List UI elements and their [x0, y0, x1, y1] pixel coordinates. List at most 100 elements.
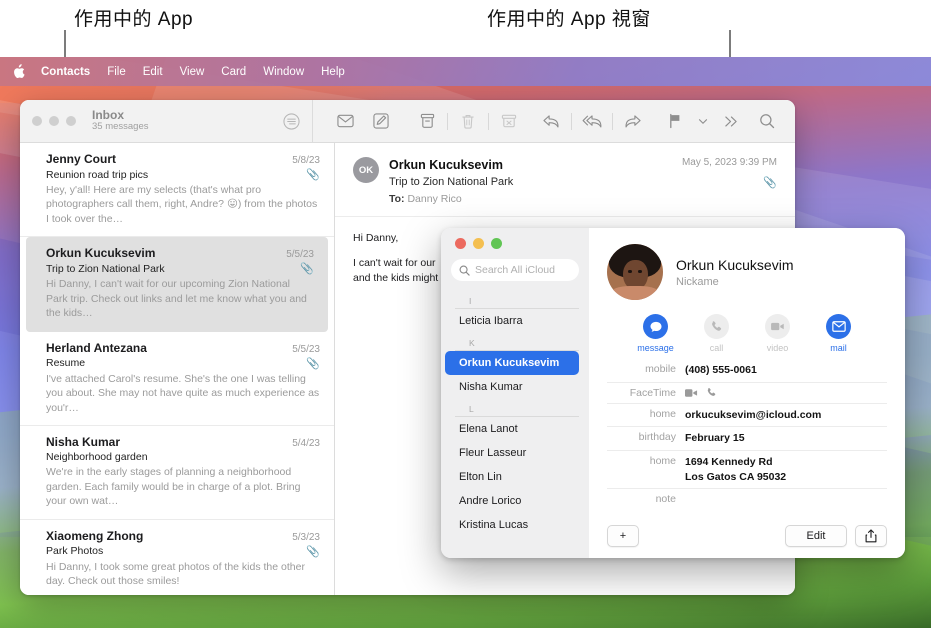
- contacts-list-item-selected[interactable]: Orkun Kucuksevim: [445, 351, 579, 375]
- contact-avatar[interactable]: [607, 244, 663, 300]
- facetime-video-icon[interactable]: [685, 388, 698, 398]
- close-button[interactable]: [455, 238, 466, 249]
- menu-item-view[interactable]: View: [180, 66, 205, 78]
- chevron-down-icon[interactable]: [693, 100, 713, 143]
- archive-icon[interactable]: [409, 100, 445, 143]
- menu-item-help[interactable]: Help: [321, 66, 345, 78]
- apple-logo-icon[interactable]: [12, 64, 25, 79]
- call-action-label: call: [710, 343, 724, 353]
- contacts-list-item[interactable]: Elton Lin: [445, 465, 579, 489]
- contacts-list-item[interactable]: Nisha Kumar: [445, 375, 579, 399]
- more-icon[interactable]: [713, 100, 749, 143]
- menu-item-edit[interactable]: Edit: [143, 66, 163, 78]
- field-label: home: [607, 408, 685, 423]
- phone-icon: [704, 314, 729, 339]
- annotation-active-app-window-label: 作用中的 App 視窗: [487, 4, 651, 31]
- mail-toolbar-right: [313, 100, 795, 142]
- message-list-item[interactable]: Nisha Kumar 5/4/23 Neighborhood garden W…: [20, 426, 334, 519]
- message-list-item-selected[interactable]: Orkun Kucuksevim 5/5/23 Trip to Zion Nat…: [26, 237, 328, 331]
- message-action-label: message: [637, 343, 674, 353]
- search-placeholder: Search All iCloud: [475, 264, 555, 276]
- message-preview: Hi Danny, I can't wait for our upcoming …: [46, 277, 314, 320]
- field-label: home: [607, 455, 685, 484]
- reading-recipient: To: Danny Rico: [389, 192, 682, 206]
- flag-icon[interactable]: [657, 100, 693, 143]
- compose-icon[interactable]: [363, 100, 399, 143]
- reading-subject: Trip to Zion National Park: [389, 175, 682, 190]
- contacts-list-item[interactable]: Fleur Lasseur: [445, 441, 579, 465]
- contacts-list-item[interactable]: Elena Lanot: [445, 417, 579, 441]
- message-list[interactable]: Jenny Court 5/8/23 Reunion road trip pic…: [20, 143, 335, 595]
- mail-window-controls[interactable]: [32, 116, 76, 126]
- edit-button[interactable]: Edit: [785, 525, 847, 547]
- reply-icon[interactable]: [533, 100, 569, 143]
- menu-item-window[interactable]: Window: [263, 66, 304, 78]
- video-action-button[interactable]: video: [747, 314, 808, 353]
- add-field-button[interactable]: +: [607, 525, 639, 547]
- junk-icon[interactable]: [491, 100, 527, 143]
- facetime-audio-icon[interactable]: [706, 387, 717, 398]
- message-date: 5/5/23: [286, 249, 314, 260]
- contact-field-home-email[interactable]: home orkucuksevim@icloud.com: [607, 404, 887, 428]
- menu-item-card[interactable]: Card: [221, 66, 246, 78]
- mail-action-button[interactable]: mail: [808, 314, 869, 353]
- message-list-item[interactable]: Herland Antezana 5/5/23 Resume 📎 I've at…: [20, 332, 334, 426]
- message-preview: Hi Danny, I took some great photos of th…: [46, 560, 320, 589]
- contacts-section-header: I: [455, 291, 579, 309]
- menu-item-file[interactable]: File: [107, 66, 126, 78]
- mail-action-label: mail: [830, 343, 847, 353]
- minimize-button[interactable]: [473, 238, 484, 249]
- message-list-item[interactable]: Jenny Court 5/8/23 Reunion road trip pic…: [20, 143, 334, 237]
- mailbox-count: 35 messages: [92, 122, 149, 133]
- message-subject: Resume: [46, 357, 85, 369]
- forward-icon[interactable]: [615, 100, 651, 143]
- mail-unread-icon[interactable]: [327, 100, 363, 143]
- contact-field-note[interactable]: note: [607, 489, 887, 509]
- contacts-list-item[interactable]: Kristina Lucas: [445, 513, 579, 537]
- contacts-list-item[interactable]: Leticia Ibarra: [445, 309, 579, 333]
- contact-field-mobile[interactable]: mobile (408) 555-0061: [607, 359, 887, 383]
- contacts-window: Search All iCloud I Leticia Ibarra K Ork…: [441, 228, 905, 558]
- field-value: 1694 Kennedy Rd Los Gatos CA 95032: [685, 455, 786, 484]
- paperclip-icon: 📎: [300, 262, 314, 275]
- share-button[interactable]: [855, 525, 887, 547]
- annotation-active-app-label: 作用中的 App: [74, 4, 193, 31]
- contact-detail-pane: Orkun Kucuksevim Nickame message call: [589, 228, 905, 558]
- contact-nickname: Nickame: [676, 276, 793, 288]
- contacts-window-controls[interactable]: [441, 238, 589, 259]
- contact-field-home-address[interactable]: home 1694 Kennedy Rd Los Gatos CA 95032: [607, 451, 887, 489]
- minimize-button[interactable]: [49, 116, 59, 126]
- contact-field-facetime[interactable]: FaceTime: [607, 383, 887, 404]
- reply-all-icon[interactable]: [574, 100, 610, 143]
- message-sender: Jenny Court: [46, 152, 116, 166]
- message-date: 5/8/23: [292, 155, 320, 166]
- search-icon[interactable]: [749, 100, 785, 143]
- contacts-list-item[interactable]: Andre Lorico: [445, 489, 579, 513]
- body-line-1: I can't wait for our: [353, 257, 436, 269]
- message-sender: Xiaomeng Zhong: [46, 529, 143, 543]
- envelope-icon: [826, 314, 851, 339]
- message-list-item[interactable]: Xiaomeng Zhong 5/3/23 Park Photos 📎 Hi D…: [20, 520, 334, 595]
- delete-icon[interactable]: [450, 100, 486, 143]
- call-action-button[interactable]: call: [686, 314, 747, 353]
- field-value: (408) 555-0061: [685, 363, 757, 378]
- mailbox-title-block: Inbox 35 messages: [92, 109, 149, 134]
- screenshot-root: 作用中的 App 作用中的 App 視窗 Contacts File Edit …: [0, 0, 931, 628]
- close-button[interactable]: [32, 116, 42, 126]
- message-subject: Park Photos: [46, 545, 103, 557]
- search-input[interactable]: Search All iCloud: [451, 259, 579, 281]
- message-date: 5/5/23: [292, 344, 320, 355]
- message-subject: Trip to Zion National Park: [46, 263, 165, 275]
- field-label: birthday: [607, 431, 685, 446]
- contacts-list[interactable]: I Leticia Ibarra K Orkun Kucuksevim Nish…: [441, 291, 589, 537]
- contact-field-birthday[interactable]: birthday February 15: [607, 427, 887, 451]
- video-action-label: video: [767, 343, 789, 353]
- menu-item-contacts[interactable]: Contacts: [41, 66, 90, 78]
- paperclip-icon: 📎: [682, 176, 777, 189]
- message-action-button[interactable]: message: [625, 314, 686, 353]
- filter-icon[interactable]: [283, 113, 300, 130]
- zoom-button[interactable]: [66, 116, 76, 126]
- zoom-button[interactable]: [491, 238, 502, 249]
- contacts-section-header: K: [455, 333, 579, 351]
- message-subject: Reunion road trip pics: [46, 169, 148, 181]
